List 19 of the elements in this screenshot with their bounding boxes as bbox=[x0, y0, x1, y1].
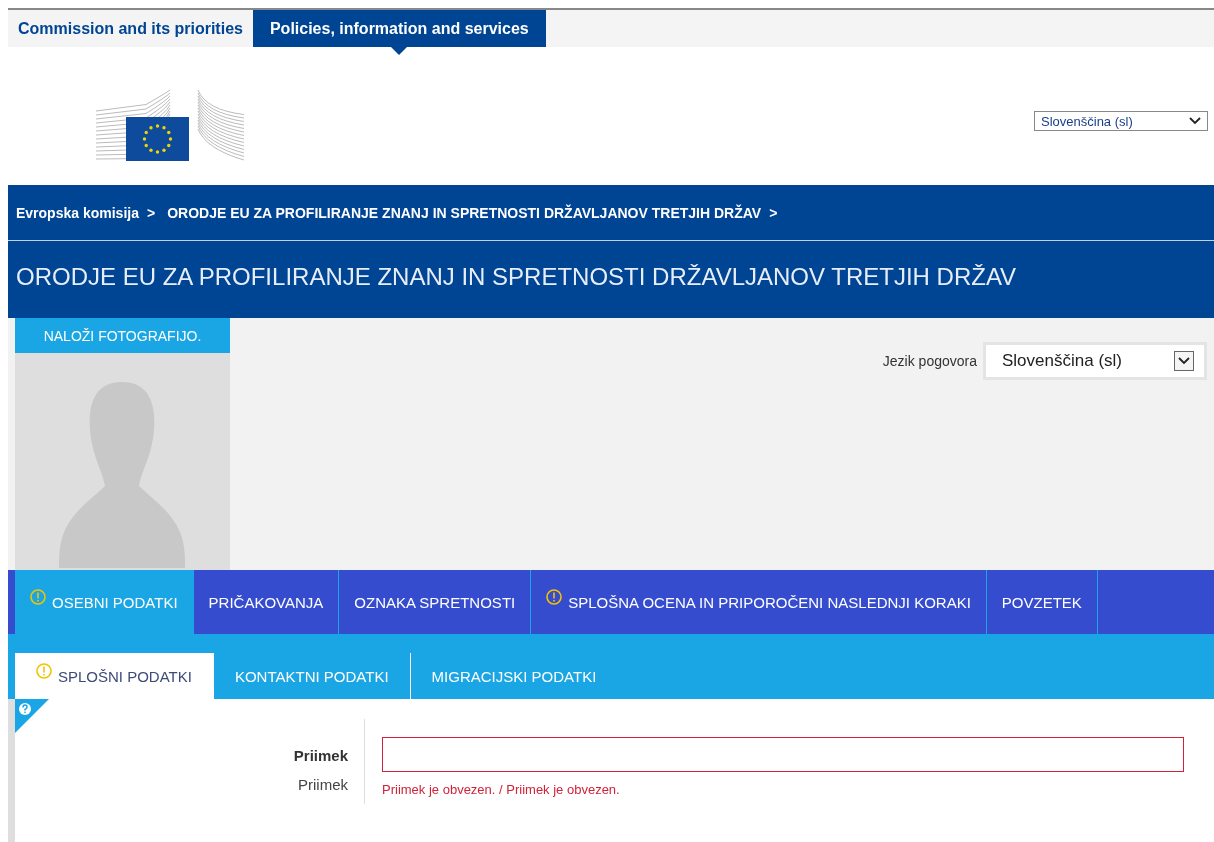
top-nav-tab[interactable]: Commission and its priorities bbox=[8, 10, 253, 47]
breadcrumb-link[interactable]: Evropska komisija bbox=[16, 204, 139, 221]
breadcrumb-separator: > bbox=[769, 204, 778, 221]
page-title: ORODJE EU ZA PROFILIRANJE ZNANJ IN SPRETNOSTI DRŽAVLJANOV TRETJIH DRŽAV bbox=[15, 262, 1018, 291]
interview-language-label: Jezik pogovora bbox=[882, 353, 977, 369]
tab-pointer bbox=[391, 47, 408, 55]
chevron-down-icon bbox=[1174, 351, 1194, 371]
field-sublabel: Priimek bbox=[298, 776, 348, 793]
error-message: Priimek je obvezen. / Priimek je obvezen. bbox=[382, 782, 621, 797]
surname-input[interactable] bbox=[382, 737, 1184, 772]
language-select[interactable]: Slovenščina (sl) bbox=[1034, 111, 1208, 131]
chevron-down-icon bbox=[1189, 117, 1201, 125]
breadcrumb-separator: > bbox=[146, 204, 156, 221]
breadcrumb-link[interactable]: ORODJE EU ZA PROFILIRANJE ZNANJ IN SPRETNOSTI DRŽAVLJANOV TRETJIH DRŽAV bbox=[167, 204, 762, 221]
subsection-tab[interactable]: SPLOŠNI PODATKI bbox=[15, 653, 214, 699]
help-corner-icon[interactable] bbox=[15, 699, 49, 733]
field-label: Priimek bbox=[293, 747, 348, 764]
interview-language-select[interactable]: Slovenščina (sl) bbox=[983, 342, 1207, 380]
logo-icon bbox=[96, 87, 244, 161]
